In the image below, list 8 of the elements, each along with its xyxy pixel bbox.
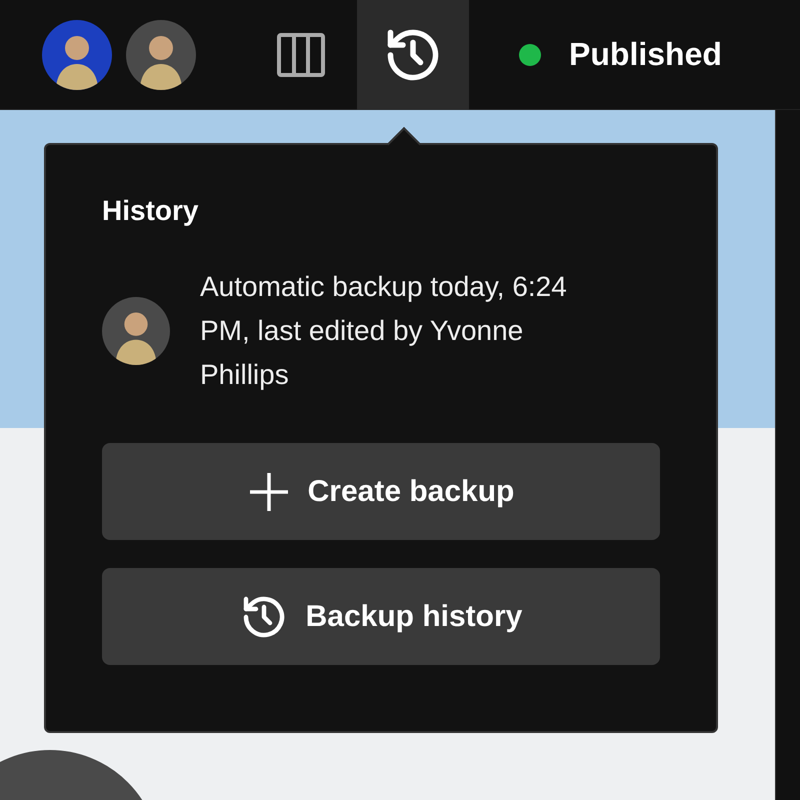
backup-history-button[interactable]: Backup history [102, 568, 660, 665]
plus-icon [248, 470, 290, 512]
backup-description: Automatic backup today, 6:24 PM, last edited by Yvonne Phillips [200, 270, 568, 392]
status-label: Published [569, 36, 722, 73]
create-backup-button[interactable]: Create backup [102, 443, 660, 540]
history-button[interactable] [357, 0, 469, 110]
popover-title: History [102, 195, 198, 227]
columns-icon [277, 32, 325, 76]
